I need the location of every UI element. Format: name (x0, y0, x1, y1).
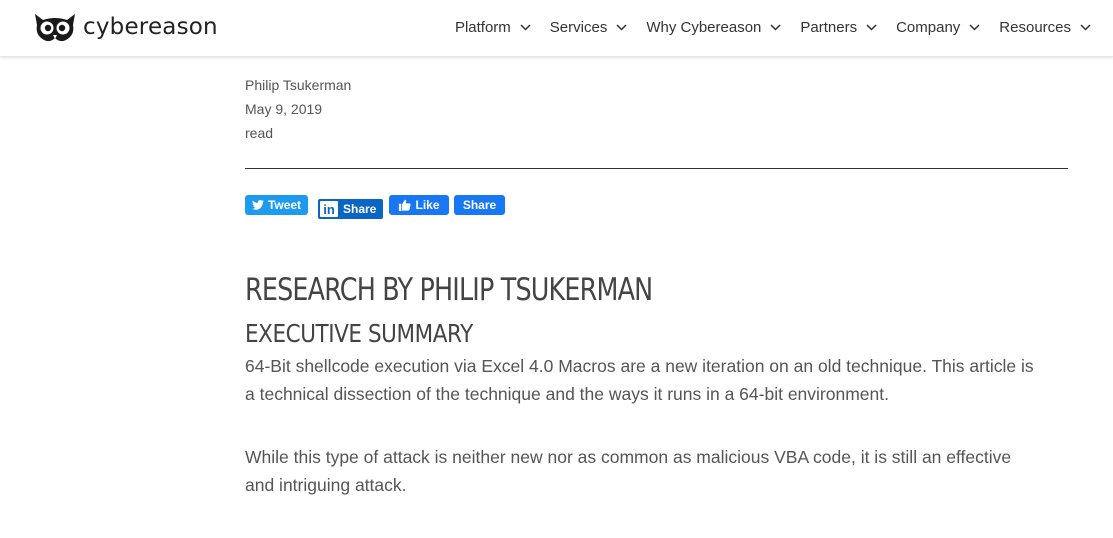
linkedin-share-button[interactable]: in Share (318, 199, 383, 219)
tweet-button[interactable]: Tweet (245, 195, 308, 215)
chevron-down-icon (1080, 24, 1091, 31)
nav-item-label: Company (896, 18, 961, 36)
facebook-share-button[interactable]: Share (454, 195, 505, 215)
thumbs-up-icon (399, 199, 412, 211)
twitter-bird-icon (251, 200, 264, 210)
tweet-label: Tweet (267, 198, 302, 212)
owl-icon (35, 14, 75, 42)
nav-item-services[interactable]: Services (550, 19, 628, 36)
chevron-down-icon (616, 24, 627, 31)
linkedin-icon: in (320, 201, 338, 217)
paragraph: 64-Bit shellcode execution via Excel 4.0… (245, 356, 1034, 404)
chevron-down-icon (866, 24, 877, 31)
publish-date: May 9, 2019 (245, 101, 323, 117)
nav-item-label: Platform (454, 18, 511, 36)
facebook-share-label: Share (462, 198, 497, 212)
brand-name: cybereason (83, 14, 218, 40)
read-time: read (245, 125, 274, 141)
chevron-down-icon (520, 24, 531, 31)
nav-item-label: Resources (999, 18, 1071, 36)
like-label: Like (415, 198, 440, 212)
share-buttons: Tweet in Share Like Share (245, 195, 505, 219)
nav-item-resources[interactable]: Resources (999, 19, 1091, 36)
main-nav: Platform Services Why Cybereason Partner… (436, 0, 1091, 54)
site-header: cybereason Platform Services Why Cyberea… (0, 0, 1113, 57)
linkedin-share-label: Share (343, 202, 377, 216)
section-heading: EXECUTIVE SUMMARY (245, 319, 473, 348)
author-name: Philip Tsukerman (245, 77, 352, 93)
article: Philip Tsukerman May 9, 2019 read Tweet … (245, 70, 1068, 495)
facebook-like-button[interactable]: Like (389, 195, 449, 215)
divider (245, 168, 1068, 169)
nav-item-partners[interactable]: Partners (800, 19, 877, 36)
chevron-down-icon (969, 24, 980, 31)
chevron-down-icon (770, 24, 781, 31)
paragraph: While this type of attack is neither new… (245, 447, 1012, 495)
brand-logo[interactable]: cybereason (33, 10, 218, 44)
article-meta: Philip Tsukerman May 9, 2019 read (245, 73, 1068, 145)
nav-item-why-cybereason[interactable]: Why Cybereason (646, 19, 781, 36)
article-title: RESEARCH BY PHILIP TSUKERMAN (245, 272, 653, 308)
nav-item-platform[interactable]: Platform (455, 19, 531, 36)
nav-item-label: Partners (800, 18, 858, 36)
nav-item-company[interactable]: Company (896, 19, 980, 36)
nav-item-label: Services (549, 18, 608, 36)
nav-item-label: Why Cybereason (646, 18, 762, 36)
